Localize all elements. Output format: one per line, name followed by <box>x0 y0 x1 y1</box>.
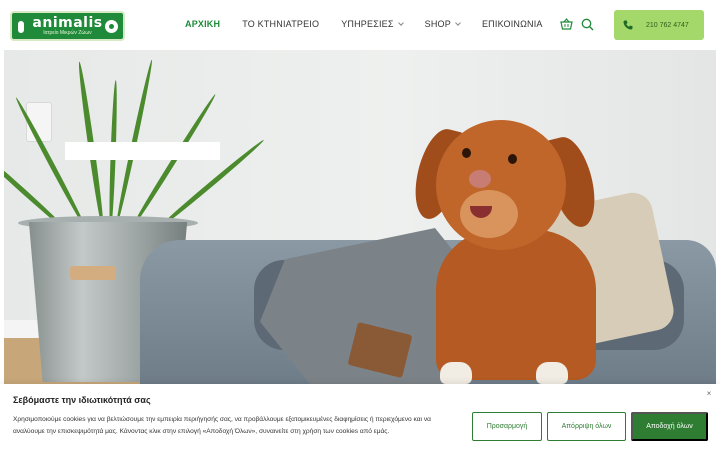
cookie-title: Σεβόμαστε την ιδιωτικότητά σας <box>13 395 151 405</box>
logo-leaf-icon <box>18 21 24 33</box>
chevron-down-icon <box>455 20 461 26</box>
cookie-text: Χρησιμοποιούμε cookies για να βελτιώσουμ… <box>13 416 431 435</box>
phone-icon <box>623 20 633 30</box>
nav-item-shop[interactable]: SHOP <box>424 19 461 29</box>
nav-label: ΑΡΧΙΚΗ <box>185 19 221 29</box>
bucket-handle <box>70 266 116 280</box>
nav-label: ΕΠΙΚΟΙΝΩΝΙΑ <box>481 19 543 29</box>
accept-all-button[interactable]: Αποδοχή όλων <box>631 412 708 441</box>
dog-paw <box>440 362 472 384</box>
reject-all-button[interactable]: Απόρριψη όλων <box>547 412 626 441</box>
hero-image <box>4 50 716 384</box>
dog-nose <box>469 170 491 188</box>
logo-word: animalis <box>32 15 103 31</box>
basket-icon[interactable] <box>560 18 573 30</box>
nav-label: ΥΠΗΡΕΣΙΕΣ <box>341 19 394 29</box>
nav-item-contact[interactable]: ΕΠΙΚΟΙΝΩΝΙΑ <box>482 19 543 29</box>
search-icon[interactable] <box>581 18 594 31</box>
dog-paw <box>536 362 568 384</box>
paw-icon <box>105 20 118 33</box>
phone-button[interactable]: 210 762 4747 <box>614 10 704 40</box>
close-icon[interactable]: × <box>704 389 714 399</box>
chevron-down-icon <box>397 20 404 26</box>
phone-number: 210 762 4747 <box>646 21 689 29</box>
main-nav: ΑΡΧΙΚΗ ΤΟ ΚΤΗΝΙΑΤΡΕΙΟ ΥΠΗΡΕΣΙΕΣ SHOP ΕΠΙ… <box>185 19 543 29</box>
nav-item-services[interactable]: ΥΠΗΡΕΣΙΕΣ <box>341 19 404 29</box>
nav-label: SHOP <box>424 19 451 29</box>
dog-eye <box>462 148 471 158</box>
hero-banner-placeholder <box>65 142 220 160</box>
site-header: animalis Ιατρείο Μικρών Ζώων ΑΡΧΙΚΗ ΤΟ Κ… <box>0 0 720 50</box>
dog-body <box>436 230 596 380</box>
cookie-consent-bar: Σεβόμαστε την ιδιωτικότητά σας × Χρησιμο… <box>0 384 720 450</box>
nav-item-home[interactable]: ΑΡΧΙΚΗ <box>185 19 220 29</box>
site-logo[interactable]: animalis Ιατρείο Μικρών Ζώων <box>10 11 125 41</box>
nav-label: ΤΟ ΚΤΗΝΙΑΤΡΕΙΟ <box>242 19 320 29</box>
customize-button[interactable]: Προσαρμογή <box>472 412 542 441</box>
dog-eye <box>508 154 517 164</box>
nav-item-clinic[interactable]: ΤΟ ΚΤΗΝΙΑΤΡΕΙΟ <box>242 19 319 29</box>
logo-tagline: Ιατρείο Μικρών Ζώων <box>43 30 92 36</box>
